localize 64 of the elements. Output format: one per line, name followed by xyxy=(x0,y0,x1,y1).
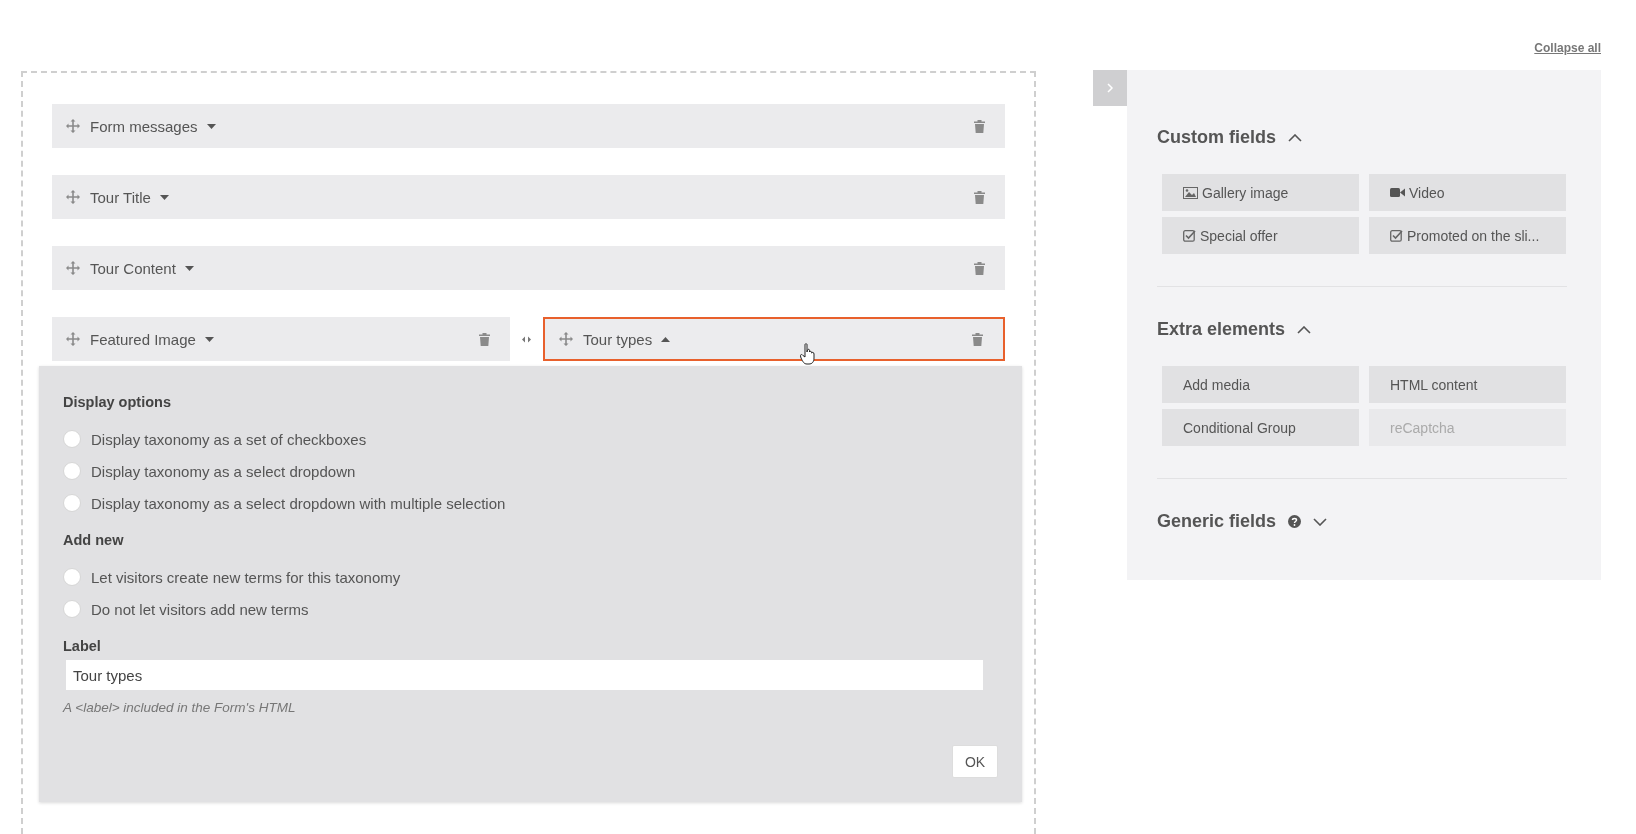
hint-text: A <label> included in the Form's HTML xyxy=(63,700,297,715)
video-camera-icon xyxy=(1390,187,1405,198)
chevron-icon[interactable] xyxy=(1288,133,1302,142)
panel-toggle-button[interactable] xyxy=(1093,70,1127,106)
form-field-bar[interactable]: Tour types xyxy=(543,317,1005,361)
move-icon[interactable] xyxy=(559,332,573,346)
caret-icon[interactable] xyxy=(184,265,194,271)
form-field-bar[interactable]: Form messages xyxy=(52,104,1005,148)
caret-icon[interactable] xyxy=(206,123,216,129)
radio-button[interactable] xyxy=(63,462,81,480)
checkbox-icon xyxy=(1390,229,1403,242)
radio-label: Do not let visitors add new terms xyxy=(91,600,309,618)
form-field-bar[interactable]: Featured Image xyxy=(52,317,510,361)
image-icon xyxy=(1183,186,1198,199)
radio-button[interactable] xyxy=(63,430,81,448)
field-type-button[interactable]: HTML content xyxy=(1369,366,1566,403)
caret-icon[interactable] xyxy=(159,194,169,200)
caret-icon[interactable] xyxy=(204,336,214,342)
field-type-button[interactable]: Special offer xyxy=(1162,217,1359,254)
chevron-right-icon xyxy=(1106,83,1114,93)
trash-icon[interactable] xyxy=(974,261,985,275)
form-field-bar[interactable]: Tour Title xyxy=(52,175,1005,219)
move-icon[interactable] xyxy=(66,332,80,346)
trash-icon[interactable] xyxy=(972,332,983,346)
chevron-icon[interactable] xyxy=(1313,517,1328,526)
field-type-button[interactable]: Add media xyxy=(1162,366,1359,403)
resize-handle-icon[interactable] xyxy=(522,335,531,343)
section-title[interactable]: Generic fields xyxy=(1157,511,1277,532)
chevron-icon[interactable] xyxy=(1297,325,1312,334)
section-title[interactable]: Custom fields xyxy=(1157,127,1276,148)
trash-icon[interactable] xyxy=(974,119,985,133)
field-label: Label xyxy=(63,638,102,654)
section-heading: Add new xyxy=(63,532,125,548)
radio-label: Display taxonomy as a set of checkboxes xyxy=(91,430,367,448)
field-label: Form messages xyxy=(90,117,198,135)
field-type-button[interactable]: Video xyxy=(1369,174,1566,211)
hand-cursor-icon xyxy=(800,343,816,365)
form-field-bar[interactable]: Tour Content xyxy=(52,246,1005,290)
label-input-field[interactable]: Tour types xyxy=(66,660,983,690)
section-title[interactable]: Extra elements xyxy=(1157,319,1286,340)
radio-button[interactable] xyxy=(63,600,81,618)
section-heading: Display options xyxy=(63,394,172,410)
field-label: Featured Image xyxy=(90,330,196,348)
field-label: Tour Content xyxy=(90,259,176,277)
radio-button[interactable] xyxy=(63,568,81,586)
field-type-button[interactable]: Gallery image xyxy=(1162,174,1359,211)
ok-button[interactable]: OK xyxy=(952,745,998,778)
radio-button[interactable] xyxy=(63,494,81,512)
move-icon[interactable] xyxy=(66,190,80,204)
trash-icon[interactable] xyxy=(974,190,985,204)
radio-label: Display taxonomy as a select dropdown with multiple selection xyxy=(91,494,506,512)
field-label: Tour types xyxy=(583,330,653,348)
caret-icon[interactable] xyxy=(661,336,671,342)
move-icon[interactable] xyxy=(66,261,80,275)
field-type-button[interactable]: Promoted on the sli... xyxy=(1369,217,1566,254)
field-type-button[interactable]: Conditional Group xyxy=(1162,409,1359,446)
trash-icon[interactable] xyxy=(479,332,490,346)
collapse-all-link[interactable]: Collapse all xyxy=(1534,41,1601,55)
checkbox-icon xyxy=(1183,229,1196,242)
radio-label: Display taxonomy as a select dropdown xyxy=(91,462,356,480)
field-label: Tour Title xyxy=(90,188,151,206)
radio-label: Let visitors create new terms for this taxonomy xyxy=(91,568,401,586)
move-icon[interactable] xyxy=(66,119,80,133)
help-icon[interactable] xyxy=(1288,515,1302,528)
